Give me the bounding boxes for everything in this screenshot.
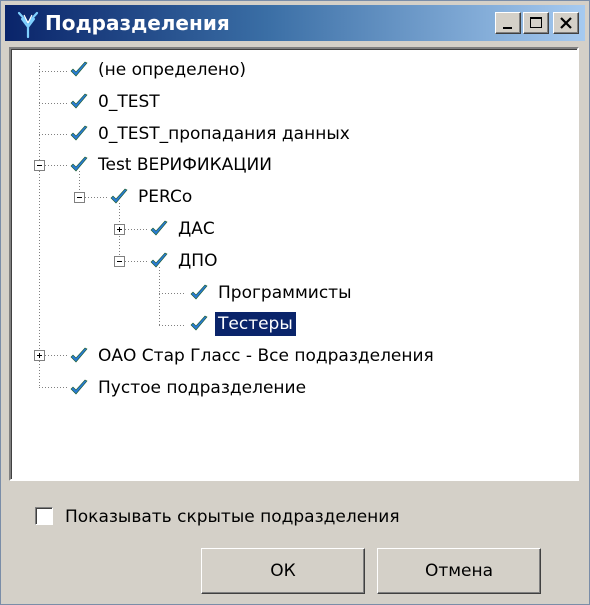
checkmark-icon [110, 188, 128, 204]
checkmark-icon [150, 220, 168, 236]
tree-node-label: ДПО [178, 250, 218, 271]
tree-node-label: (не определено) [98, 60, 247, 80]
expander-test-verification[interactable] [34, 160, 45, 171]
show-hidden-label[interactable]: Показывать скрытые подразделения [65, 505, 400, 529]
tree-node-label: 0_TEST_пропадания данных [98, 123, 350, 144]
departments-dialog: Подразделения (не определено) 0_TEST 0_T… [0, 0, 590, 605]
checkmark-icon [70, 125, 88, 141]
tree-node-label: Пустое подразделение [98, 378, 307, 398]
window-title: Подразделения [45, 11, 230, 35]
minimize-button[interactable] [495, 12, 521, 34]
checkmark-icon [70, 61, 88, 77]
ok-button[interactable]: ОК [201, 548, 365, 594]
cancel-button[interactable]: Отмена [377, 548, 541, 594]
checkmark-icon [70, 347, 88, 363]
maximize-icon [530, 17, 542, 28]
checkmark-icon [70, 379, 88, 395]
expander-das[interactable] [114, 224, 125, 235]
expander-star-glass[interactable] [34, 350, 45, 361]
checkmark-icon [150, 252, 168, 268]
tree-node-label: ОАО Стар Гласс - Все подразделения [98, 346, 434, 367]
tree-node-label: Test ВЕРИФИКАЦИИ [98, 155, 272, 176]
tree-node-label: ДАС [178, 219, 215, 239]
tree-node-label: PERCo [138, 187, 193, 208]
close-button[interactable] [553, 12, 579, 34]
checkmark-icon [190, 316, 208, 331]
checkmark-icon [70, 93, 88, 109]
checkmark-icon [190, 284, 208, 300]
checkmark-icon [70, 157, 88, 172]
tree-node-label: Программисты [218, 282, 352, 303]
expander-perco[interactable] [74, 192, 85, 203]
close-icon [560, 17, 572, 29]
expander-dpo[interactable] [114, 256, 125, 267]
show-hidden-checkbox[interactable] [35, 507, 53, 525]
minimize-icon [503, 27, 512, 29]
title-bar[interactable]: Подразделения [5, 5, 585, 41]
maximize-button[interactable] [523, 12, 549, 34]
department-tree[interactable]: (не определено) 0_TEST 0_TEST_пропадания д… [9, 47, 579, 481]
tree-node-label: 0_TEST [98, 91, 160, 112]
departments-icon [17, 11, 39, 39]
tree-node-label: Тестеры [215, 312, 296, 337]
